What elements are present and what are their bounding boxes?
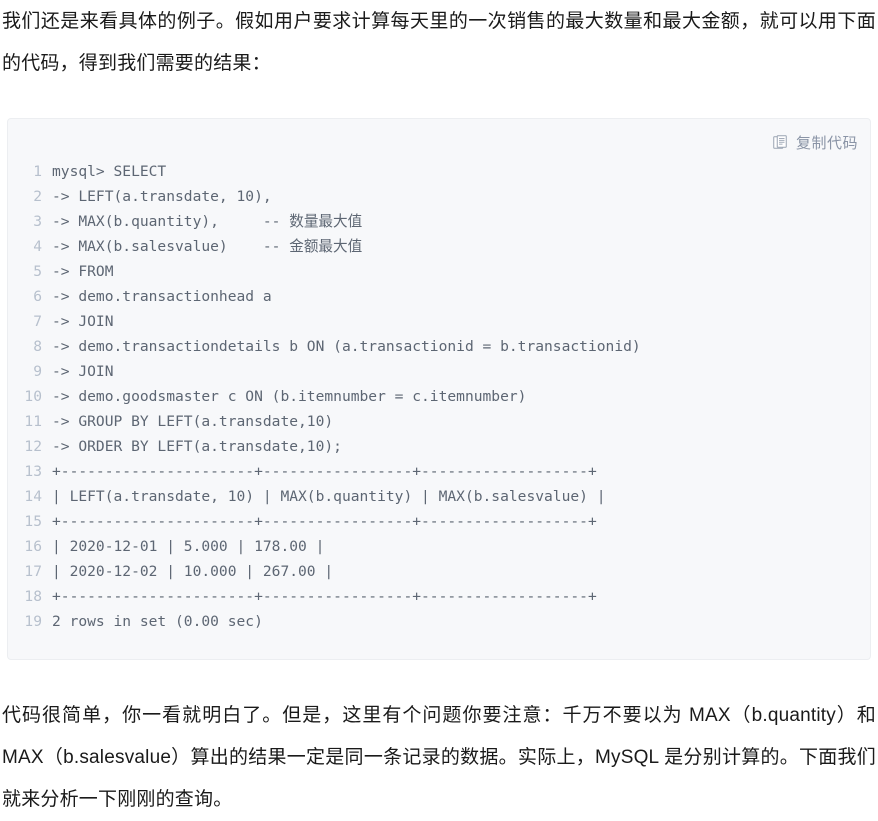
line-number: 12 xyxy=(24,438,42,455)
code-line: 16 | 2020-12-01 | 5.000 | 178.00 | xyxy=(8,534,870,559)
code-line: 17 | 2020-12-02 | 10.000 | 267.00 | xyxy=(8,559,870,584)
code-line: 6 -> demo.transactionhead a xyxy=(8,284,870,309)
line-number: 4 xyxy=(33,238,42,255)
code-block: 复制代码 1 mysql> SELECT 2 -> LEFT(a.transda… xyxy=(7,118,871,660)
code-line: 18 +----------------------+-------------… xyxy=(8,584,870,609)
line-content: -> demo.transactionhead a xyxy=(52,288,272,305)
line-content: +----------------------+----------------… xyxy=(52,588,597,605)
line-content: -> MAX(b.quantity), -- 数量最大值 xyxy=(52,213,363,230)
code-line: 7 -> JOIN xyxy=(8,309,870,334)
line-content: | 2020-12-01 | 5.000 | 178.00 | xyxy=(52,538,325,555)
line-number: 11 xyxy=(24,413,42,430)
code-line: 10 -> demo.goodsmaster c ON (b.itemnumbe… xyxy=(8,384,870,409)
line-number: 15 xyxy=(24,513,42,530)
line-content: -> FROM xyxy=(52,263,114,280)
line-number: 2 xyxy=(33,188,42,205)
code-line: 19 2 rows in set (0.00 sec) xyxy=(8,609,870,634)
code-line: 15 +----------------------+-------------… xyxy=(8,509,870,534)
line-number: 1 xyxy=(33,163,42,180)
line-number: 3 xyxy=(33,213,42,230)
line-content: | 2020-12-02 | 10.000 | 267.00 | xyxy=(52,563,334,580)
code-line: 3 -> MAX(b.quantity), -- 数量最大值 xyxy=(8,209,870,234)
line-number: 10 xyxy=(24,388,42,405)
code-line: 13 +----------------------+-------------… xyxy=(8,459,870,484)
line-content: | LEFT(a.transdate, 10) | MAX(b.quantity… xyxy=(52,488,606,505)
outro-paragraph: 代码很简单，你一看就明白了。但是，这里有个问题你要注意：千万不要以为 MAX（b… xyxy=(2,705,876,810)
line-number: 8 xyxy=(33,338,42,355)
copy-code-label: 复制代码 xyxy=(795,135,858,152)
code-line: 9 -> JOIN xyxy=(8,359,870,384)
copy-code-button[interactable]: 复制代码 xyxy=(769,130,862,155)
line-number: 17 xyxy=(24,563,42,580)
line-content: -> JOIN xyxy=(52,363,114,380)
code-line: 4 -> MAX(b.salesvalue) -- 金额最大值 xyxy=(8,234,870,259)
code-line: 14 | LEFT(a.transdate, 10) | MAX(b.quant… xyxy=(8,484,870,509)
line-content: -> GROUP BY LEFT(a.transdate,10) xyxy=(52,413,334,430)
code-line: 8 -> demo.transactiondetails b ON (a.tra… xyxy=(8,334,870,359)
line-number: 19 xyxy=(24,613,42,630)
intro-paragraph: 我们还是来看具体的例子。假如用户要求计算每天里的一次销售的最大数量和最大金额，就… xyxy=(2,11,876,74)
code-line: 11 -> GROUP BY LEFT(a.transdate,10) xyxy=(8,409,870,434)
code-line: 12 -> ORDER BY LEFT(a.transdate,10); xyxy=(8,434,870,459)
line-number: 16 xyxy=(24,538,42,555)
code-line: 5 -> FROM xyxy=(8,259,870,284)
line-content: mysql> SELECT xyxy=(52,163,167,180)
code-line: 1 mysql> SELECT xyxy=(8,159,870,184)
line-number: 7 xyxy=(33,313,42,330)
line-content: +----------------------+----------------… xyxy=(52,463,597,480)
line-content: -> demo.transactiondetails b ON (a.trans… xyxy=(52,338,641,355)
line-number: 14 xyxy=(24,488,42,505)
line-number: 9 xyxy=(33,363,42,380)
line-content: -> ORDER BY LEFT(a.transdate,10); xyxy=(52,438,342,455)
line-content: 2 rows in set (0.00 sec) xyxy=(52,613,263,630)
copy-document-icon xyxy=(773,134,790,151)
code-line: 2 -> LEFT(a.transdate, 10), xyxy=(8,184,870,209)
line-number: 18 xyxy=(24,588,42,605)
line-content: -> JOIN xyxy=(52,313,114,330)
line-content: +----------------------+----------------… xyxy=(52,513,597,530)
line-number: 13 xyxy=(24,463,42,480)
line-content: -> demo.goodsmaster c ON (b.itemnumber =… xyxy=(52,388,527,405)
line-content: -> MAX(b.salesvalue) -- 金额最大值 xyxy=(52,238,363,255)
line-number: 5 xyxy=(33,263,42,280)
line-number: 6 xyxy=(33,288,42,305)
article-body: 我们还是来看具体的例子。假如用户要求计算每天里的一次销售的最大数量和最大金额，就… xyxy=(0,0,878,814)
line-content: -> LEFT(a.transdate, 10), xyxy=(52,188,272,205)
code-lines: 1 mysql> SELECT 2 -> LEFT(a.transdate, 1… xyxy=(8,159,870,644)
